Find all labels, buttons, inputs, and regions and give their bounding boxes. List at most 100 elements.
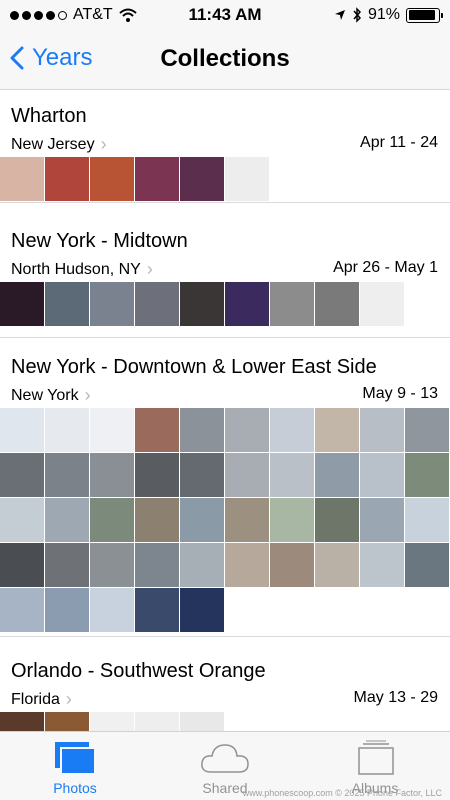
collection-location-link[interactable]: New Jersey › xyxy=(11,134,107,155)
photo-thumbnail[interactable] xyxy=(225,408,269,452)
collection-location: Florida xyxy=(11,690,60,708)
photo-thumbnail[interactable] xyxy=(270,498,314,542)
photo-thumbnail[interactable] xyxy=(0,588,44,632)
photo-thumbnail[interactable] xyxy=(270,408,314,452)
photo-thumbnail[interactable] xyxy=(270,543,314,587)
photo-thumbnail[interactable] xyxy=(0,408,44,452)
tab-photos-label: Photos xyxy=(53,780,97,796)
battery-percent: 91% xyxy=(367,6,400,23)
photo-thumbnail[interactable] xyxy=(45,498,89,542)
photo-thumbnail[interactable] xyxy=(90,543,134,587)
photo-thumbnail[interactable] xyxy=(135,157,179,201)
divider xyxy=(0,337,450,338)
photo-thumbnail[interactable] xyxy=(180,282,224,326)
photo-thumbnail[interactable] xyxy=(135,453,179,497)
chevron-right-icon: › xyxy=(146,259,153,279)
photo-thumbnail[interactable] xyxy=(0,712,44,731)
photo-thumbnail[interactable] xyxy=(180,498,224,542)
photo-thumbnail[interactable] xyxy=(90,408,134,452)
watermark: www.phonescoop.com © 2025 Phone Factor, … xyxy=(242,788,442,798)
photo-thumbnail[interactable] xyxy=(0,453,44,497)
photo-thumbnail[interactable] xyxy=(180,543,224,587)
photo-thumbnail[interactable] xyxy=(45,282,89,326)
photo-thumbnail[interactable] xyxy=(270,282,314,326)
photo-thumbnail[interactable] xyxy=(315,282,359,326)
battery-level xyxy=(408,10,435,20)
photo-thumbnail[interactable] xyxy=(45,712,89,731)
photo-thumbnail[interactable] xyxy=(45,157,89,201)
carrier-label: AT&T xyxy=(73,6,113,23)
collection-date: May 13 - 29 xyxy=(353,689,438,706)
collection-location: New Jersey xyxy=(11,135,95,153)
albums-icon xyxy=(358,740,394,775)
photo-thumbnail[interactable] xyxy=(0,157,44,201)
photo-thumbnail[interactable] xyxy=(360,408,404,452)
photo-thumbnail[interactable] xyxy=(180,588,224,632)
photo-thumbnail[interactable] xyxy=(45,588,89,632)
photo-thumbnail[interactable] xyxy=(90,712,134,731)
photo-thumbnail[interactable] xyxy=(315,453,359,497)
photo-thumbnail[interactable] xyxy=(225,157,269,201)
photo-thumbnail[interactable] xyxy=(45,453,89,497)
signal-strength-icon xyxy=(10,10,67,20)
photo-thumbnail[interactable] xyxy=(225,282,269,326)
collection-location: North Hudson, NY xyxy=(11,260,141,278)
photo-thumbnail[interactable] xyxy=(270,453,314,497)
photo-thumbnail[interactable] xyxy=(225,543,269,587)
collections-list: Wharton New Jersey › Apr 11 - 24 New Yor… xyxy=(0,91,450,731)
photo-thumbnail[interactable] xyxy=(405,408,449,452)
photo-thumbnail[interactable] xyxy=(90,588,134,632)
photo-thumbnail[interactable] xyxy=(360,282,404,326)
status-right: 91% xyxy=(334,6,443,24)
collection-date: May 9 - 13 xyxy=(362,385,438,402)
location-arrow-icon xyxy=(334,10,345,20)
photo-thumbnail[interactable] xyxy=(90,282,134,326)
photo-thumbnail[interactable] xyxy=(45,543,89,587)
collection-location: New York xyxy=(11,386,79,404)
photo-thumbnail[interactable] xyxy=(405,543,449,587)
photo-thumbnail[interactable] xyxy=(180,157,224,201)
photo-thumbnail[interactable] xyxy=(360,453,404,497)
tab-photos[interactable]: Photos xyxy=(20,740,130,796)
photo-thumbnail[interactable] xyxy=(0,543,44,587)
back-button-label: Years xyxy=(32,44,93,71)
chevron-left-icon xyxy=(10,46,24,70)
photo-thumbnail[interactable] xyxy=(315,543,359,587)
photo-thumbnail[interactable] xyxy=(135,712,179,731)
photo-thumbnail[interactable] xyxy=(135,282,179,326)
photo-thumbnail[interactable] xyxy=(405,453,449,497)
photo-thumbnail[interactable] xyxy=(315,498,359,542)
tab-shared-label: Shared xyxy=(202,780,248,796)
photo-thumbnail[interactable] xyxy=(0,282,44,326)
photo-thumbnail[interactable] xyxy=(135,543,179,587)
photo-thumbnail[interactable] xyxy=(180,712,224,731)
photo-thumbnail[interactable] xyxy=(315,408,359,452)
chevron-right-icon: › xyxy=(100,134,107,154)
photo-thumbnail[interactable] xyxy=(360,498,404,542)
photo-thumbnail[interactable] xyxy=(360,543,404,587)
collection-title: New York - Downtown & Lower East Side xyxy=(11,356,377,378)
photo-thumbnail[interactable] xyxy=(90,157,134,201)
photo-thumbnail[interactable] xyxy=(405,498,449,542)
photo-thumbnail[interactable] xyxy=(135,408,179,452)
photo-thumbnail[interactable] xyxy=(135,498,179,542)
photo-thumbnail[interactable] xyxy=(0,498,44,542)
divider xyxy=(0,202,450,203)
collection-title: Orlando - Southwest Orange xyxy=(11,660,266,682)
photo-thumbnail[interactable] xyxy=(180,453,224,497)
bluetooth-icon xyxy=(353,7,361,23)
collection-location-link[interactable]: Florida › xyxy=(11,689,72,710)
collection-location-link[interactable]: New York › xyxy=(11,385,91,406)
photo-thumbnail[interactable] xyxy=(90,498,134,542)
photo-thumbnail[interactable] xyxy=(180,408,224,452)
collection-location-link[interactable]: North Hudson, NY › xyxy=(11,259,153,280)
photo-thumbnail[interactable] xyxy=(90,453,134,497)
collection-date: Apr 26 - May 1 xyxy=(333,259,438,276)
photo-thumbnail[interactable] xyxy=(45,408,89,452)
photo-thumbnail[interactable] xyxy=(225,498,269,542)
status-left: AT&T xyxy=(10,6,137,24)
back-button[interactable]: Years xyxy=(10,44,93,72)
photo-thumbnail[interactable] xyxy=(135,588,179,632)
photo-thumbnail[interactable] xyxy=(225,453,269,497)
cloud-icon xyxy=(201,744,249,773)
